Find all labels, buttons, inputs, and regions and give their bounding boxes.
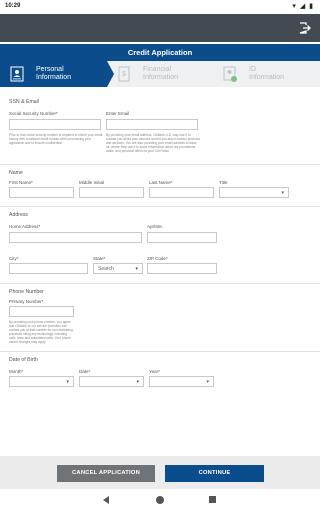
- last-name-label: Last Name*: [149, 180, 173, 185]
- year-label: Year*: [149, 369, 160, 374]
- document-icon: $: [117, 66, 131, 82]
- email-help-text: By providing your email address, Citiban…: [106, 133, 200, 153]
- divider: [0, 164, 320, 165]
- section-phone: Phone Number: [9, 289, 44, 295]
- chevron-down-icon: ▾: [281, 190, 284, 196]
- phone-help-text: By providing your phone number, you agre…: [9, 320, 73, 344]
- divider: [0, 283, 320, 284]
- tab-label: Personal Information: [36, 66, 72, 81]
- ssn-help-text: Prior to that social security number is …: [9, 133, 103, 145]
- primary-number-field[interactable]: [9, 306, 74, 317]
- id-card-icon: [10, 66, 24, 82]
- system-status-icons: ▾ ◢ ▮: [292, 3, 314, 10]
- apt-ste-label: Apt/Ste.: [147, 224, 164, 229]
- month-select[interactable]: ▾: [9, 376, 74, 387]
- first-name-field[interactable]: [9, 187, 74, 198]
- first-name-label: First Name*: [9, 180, 33, 185]
- date-label: Date*: [79, 369, 91, 374]
- tab-label: Financial Information: [143, 66, 179, 81]
- home-address-label: Home Address*: [9, 224, 41, 229]
- status-bar: 10:29 ▾ ◢ ▮: [0, 0, 320, 14]
- tab-financial-information[interactable]: $ Financial Information: [107, 61, 214, 87]
- title-label: Title: [219, 180, 228, 185]
- back-icon[interactable]: [103, 496, 109, 504]
- step-tabs: Personal Information $ Financial Informa…: [0, 61, 320, 87]
- zip-code-field[interactable]: [147, 263, 217, 274]
- chevron-down-icon: ▾: [66, 379, 69, 385]
- section-ssn-email: SSN & Email: [9, 99, 39, 105]
- app-bar: [0, 14, 320, 42]
- cancel-application-button[interactable]: CANCEL APPLICATION: [57, 465, 155, 482]
- email-field[interactable]: [106, 119, 198, 130]
- home-address-field[interactable]: [9, 232, 142, 243]
- page-title: Credit Application: [0, 44, 320, 61]
- zip-code-label: ZIP Code*: [147, 256, 168, 261]
- chevron-down-icon: ▾: [135, 266, 138, 272]
- state-select-value: Search: [98, 266, 114, 272]
- home-icon[interactable]: [156, 496, 164, 504]
- last-name-field[interactable]: [149, 187, 214, 198]
- section-date-of-birth: Date of Birth: [9, 357, 38, 363]
- chevron-down-icon: ▾: [136, 379, 139, 385]
- tab-personal-information[interactable]: Personal Information: [0, 61, 114, 87]
- email-label: Enter Email: [106, 111, 130, 116]
- status-time: 10:29: [5, 3, 21, 9]
- year-select[interactable]: ▾: [149, 376, 214, 387]
- recent-apps-icon[interactable]: [209, 496, 216, 503]
- title-select[interactable]: ▾: [219, 187, 289, 198]
- ssn-field[interactable]: [9, 119, 101, 130]
- middle-initial-field[interactable]: [79, 187, 144, 198]
- date-select[interactable]: ▾: [79, 376, 144, 387]
- month-label: Month*: [9, 369, 24, 374]
- svg-text:$: $: [122, 71, 126, 78]
- apt-ste-field[interactable]: [147, 232, 217, 243]
- divider: [0, 351, 320, 352]
- continue-button[interactable]: CONTINUE: [165, 465, 264, 482]
- footer-actions: CANCEL APPLICATION CONTINUE: [0, 456, 320, 489]
- city-label: City*: [9, 256, 19, 261]
- exit-icon[interactable]: [298, 21, 312, 35]
- primary-number-label: Primary Number*: [9, 299, 44, 304]
- section-name: Name: [9, 170, 23, 176]
- chevron-down-icon: ▾: [206, 379, 209, 385]
- ssn-label: Social Security Number*: [9, 111, 58, 116]
- tab-label: ID Information: [249, 66, 285, 81]
- middle-initial-label: Middle Initial: [79, 180, 105, 185]
- city-field[interactable]: [9, 263, 88, 274]
- tab-id-information[interactable]: ID Information: [213, 61, 320, 87]
- state-label: State*: [93, 256, 106, 261]
- id-check-icon: [223, 66, 237, 82]
- system-nav-bar: [0, 489, 320, 512]
- section-address: Address: [9, 212, 29, 218]
- state-select[interactable]: Search ▾: [93, 263, 143, 274]
- divider: [0, 206, 320, 207]
